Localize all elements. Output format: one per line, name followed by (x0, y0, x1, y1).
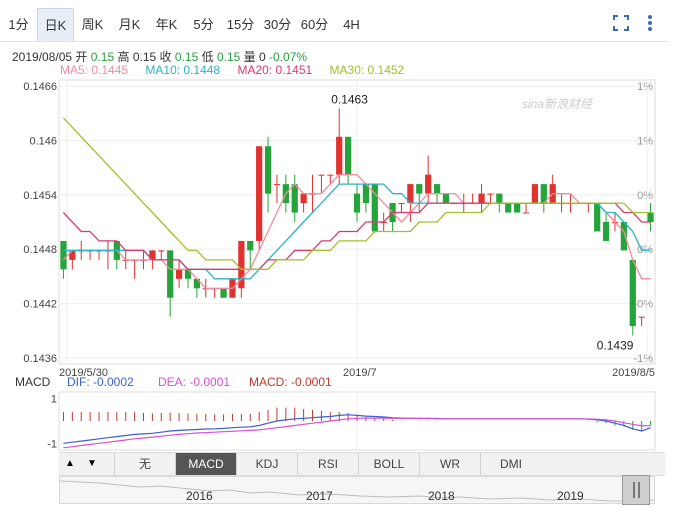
candle-body (273, 184, 281, 186)
candle-body (487, 193, 494, 195)
candle-body (594, 203, 601, 232)
candle-body (416, 184, 423, 194)
macd-legend-dea: DEA: -0.0001 (158, 375, 230, 389)
candle-body (425, 174, 432, 194)
candle-body (353, 193, 361, 213)
candle-body (220, 288, 227, 298)
y-tick-label: 0.146 (29, 135, 57, 147)
indicator-tab-wr[interactable]: WR (419, 453, 480, 475)
nav-year-2019: 2019 (557, 489, 584, 503)
macd-tick-label: -1 (47, 438, 57, 450)
candle-body (327, 174, 334, 176)
y-tick-label: 0.1466 (23, 81, 57, 93)
candle-body (629, 259, 636, 327)
candle-body (264, 146, 272, 194)
x-tick-label: 2019/7 (343, 367, 377, 379)
candle-body (344, 136, 352, 175)
macd-legend-dif: DIF: -0.0002 (67, 375, 134, 389)
candle-body (442, 193, 450, 204)
candle-body (433, 184, 441, 194)
y-right-tick-label: -1% (633, 353, 653, 365)
candle-body (158, 250, 165, 252)
y-tick-label: 0.1442 (23, 299, 57, 311)
candle-body (398, 203, 405, 205)
kline-chart[interactable]: 0.1466 1%0.146 1%0.1454 0%0.1448 0%0.1442 -0%… (0, 0, 680, 452)
macd-legend-macd: MACD: -0.0001 (249, 375, 332, 389)
high-annotation: 0.1463 (331, 92, 368, 106)
indicator-tab-kdj[interactable]: KDJ (236, 453, 297, 475)
navigator-handle[interactable] (622, 475, 650, 505)
macd-tick-label: 1 (51, 394, 57, 406)
y-tick-label: 0.1436 (23, 353, 57, 365)
candle-body (647, 212, 654, 222)
y-tick-label: 0.1454 (23, 190, 57, 202)
candle-body (60, 240, 67, 270)
candle-body (336, 136, 343, 175)
candle-body (175, 269, 183, 279)
y-right-tick-label: 1% (637, 135, 653, 147)
candle-body (522, 212, 530, 214)
candle-body (602, 222, 610, 241)
y-right-tick-label: -0% (633, 299, 653, 311)
macd-legend-name: MACD (15, 375, 51, 389)
indicator-tab-dmi[interactable]: DMI (480, 453, 541, 475)
indicator-tab-rsi[interactable]: RSI (297, 453, 358, 475)
candle-body (318, 174, 325, 176)
range-navigator[interactable]: 2016 2017 2018 2019 (59, 476, 655, 504)
nav-year-2017: 2017 (306, 489, 333, 503)
candle-body (291, 184, 298, 213)
candle-body (531, 184, 539, 204)
candle-body (247, 240, 254, 251)
indicator-tab-bar: ▲ ▼ 无 MACD KDJ RSI BOLL WR DMI (59, 452, 665, 476)
arrow-up-icon[interactable]: ▲ (59, 453, 81, 475)
candle-body (256, 146, 263, 241)
indicator-tab-boll[interactable]: BOLL (358, 453, 419, 475)
x-tick-label: 2019/8/5 (612, 367, 655, 379)
candle-body (478, 193, 485, 204)
y-tick-label: 0.1448 (23, 244, 57, 256)
nav-year-2016: 2016 (186, 489, 213, 503)
y-right-tick-label: 0% (637, 190, 653, 202)
candle-body (167, 250, 174, 298)
nav-year-2018: 2018 (428, 489, 455, 503)
y-right-tick-label: 1% (637, 81, 653, 93)
watermark-text: sina新浪财经 (522, 97, 594, 111)
indicator-tab-none[interactable]: 无 (114, 453, 175, 475)
candle-body (514, 203, 521, 213)
candle-body (638, 316, 645, 318)
candle-body (300, 193, 307, 204)
arrow-down-icon[interactable]: ▼ (81, 453, 103, 475)
candle-body (505, 203, 512, 213)
low-annotation: 0.1439 (597, 339, 634, 353)
candle-body (496, 193, 503, 204)
indicator-tab-macd[interactable]: MACD (175, 453, 236, 475)
